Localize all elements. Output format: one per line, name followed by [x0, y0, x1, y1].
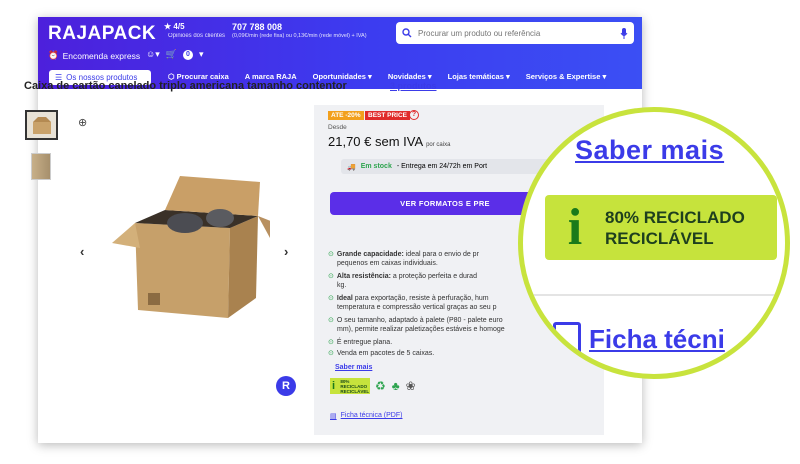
- fsc-icon: ❀: [405, 379, 416, 393]
- tree-icon: ♣: [391, 379, 400, 393]
- rating-value: 4/5: [173, 22, 185, 31]
- prev-image-arrow[interactable]: ‹: [80, 244, 84, 259]
- check-icon: ⊙: [328, 295, 334, 302]
- delivery-text: - Entrega em 24/72h em Port: [396, 163, 488, 170]
- divider: [523, 294, 785, 296]
- price: 21,70 € sem IVA por caixa: [328, 134, 451, 149]
- truck-icon: 🚚: [347, 163, 356, 171]
- zoom-info-i-icon: i: [567, 199, 583, 256]
- feature-item: ⊙ Venda em pacotes de 5 caixas.: [328, 350, 435, 357]
- zoom-eco-label-badge: i 80% RECICLADO RECICLÁVEL: [545, 195, 777, 260]
- zoom-icon[interactable]: ⊕: [78, 116, 87, 129]
- technical-sheet-link[interactable]: ▤ Ficha técnica (PDF): [330, 412, 402, 420]
- chevron-down-icon: ▾: [198, 49, 204, 59]
- rating[interactable]: ★ 4/5: [164, 22, 185, 31]
- star-icon: ★: [164, 22, 172, 31]
- feature-item: ⊙ Ideal para exportação, resiste à perfur…: [328, 295, 497, 311]
- phone-number[interactable]: 707 788 008: [232, 22, 282, 32]
- cart-count-badge: 0: [182, 49, 193, 60]
- zoom-learn-more-link[interactable]: Saber mais: [575, 135, 724, 166]
- product-image: [112, 176, 270, 318]
- price-prefix: Desde: [328, 124, 347, 131]
- page: RAJAPACK ★ 4/5 Opiniões dos clientes 707…: [0, 0, 800, 464]
- price-unit: por caixa: [426, 142, 451, 148]
- express-order-label: Encomenda express: [62, 50, 141, 61]
- search-input[interactable]: [418, 28, 620, 38]
- feature-item: ⊙ Alta resistência: a proteção perfeita e…: [328, 273, 477, 289]
- stock-status: 🚚 Em stock - Entrega em 24/72h em Port: [341, 159, 555, 174]
- pdf-icon: [553, 322, 581, 356]
- feature-item: ⊙ O seu tamanho, adaptado à palete (P80 -…: [328, 317, 505, 333]
- zoom-technical-sheet-link[interactable]: Ficha técni: [553, 322, 725, 356]
- next-image-arrow[interactable]: ›: [284, 244, 288, 259]
- learn-more-link[interactable]: Saber mais: [335, 364, 372, 371]
- check-icon: ⊙: [328, 339, 334, 346]
- eco-label-text: 80% RECICLADO RECICLÁVEL: [340, 378, 370, 394]
- microphone-icon[interactable]: [620, 27, 628, 39]
- zoom-callout: Saber mais i 80% RECICLADO RECICLÁVEL Fic…: [518, 107, 790, 379]
- pdf-icon: ▤: [330, 413, 337, 420]
- recycle-icon: ♻: [375, 379, 386, 393]
- product-title: Caixa de cartão canelado triplo american…: [24, 80, 347, 92]
- thumbnail-side[interactable]: [31, 153, 51, 180]
- promo-tag: ATE -20%: [328, 111, 364, 120]
- nav-item-lojas-tematicas[interactable]: Lojas temáticas ▾: [448, 72, 510, 81]
- phone-rates: (0,09€/min (rede fixa) ou 0,13€/min (red…: [232, 33, 367, 39]
- stock-label: Em stock: [360, 163, 392, 170]
- user-icon[interactable]: ☺▾: [146, 49, 160, 60]
- feature-item: ⊙ Grande capacidade: ideal para o envio d…: [328, 251, 479, 267]
- feature-item: ⊙ É entregue plana.: [328, 339, 393, 346]
- cart-icon[interactable]: 🛒: [166, 49, 177, 60]
- info-i-icon: i: [332, 380, 336, 392]
- chat-bubble-icon[interactable]: R: [276, 376, 296, 396]
- help-icon[interactable]: ?: [409, 110, 419, 120]
- site-header: RAJAPACK ★ 4/5 Opiniões dos clientes 707…: [38, 17, 642, 89]
- eco-icons: ♻ ♣ ❀: [375, 379, 416, 393]
- box-thumbnail-icon: [32, 117, 51, 134]
- best-price-tag: BEST PRICE: [365, 111, 411, 120]
- alarm-clock-icon: ⏰: [48, 50, 59, 60]
- check-icon: ⊙: [328, 251, 334, 258]
- eco-label-badge: i 80% RECICLADO RECICLÁVEL: [330, 378, 370, 394]
- check-icon: ⊙: [328, 317, 334, 324]
- rating-subtitle: Opiniões dos clientes: [168, 33, 226, 39]
- express-order[interactable]: ⏰ Encomenda express: [48, 50, 140, 61]
- nav-item-novidades[interactable]: Novidades ▾: [388, 72, 432, 81]
- products-count-link[interactable]: 3 produtos: [390, 81, 437, 91]
- search-bar[interactable]: [396, 22, 634, 44]
- rajapack-logo[interactable]: RAJAPACK: [48, 23, 156, 45]
- zoom-eco-label-text: 80% RECICLADO RECICLÁVEL: [605, 207, 745, 248]
- thumbnail-box[interactable]: [25, 110, 58, 140]
- nav-item-servicos[interactable]: Serviços & Expertise ▾: [526, 72, 606, 81]
- account-cart: ☺▾ 🛒 0 ▾: [146, 49, 203, 60]
- check-icon: ⊙: [328, 350, 334, 357]
- check-icon: ⊙: [328, 273, 334, 280]
- search-icon: [402, 28, 412, 38]
